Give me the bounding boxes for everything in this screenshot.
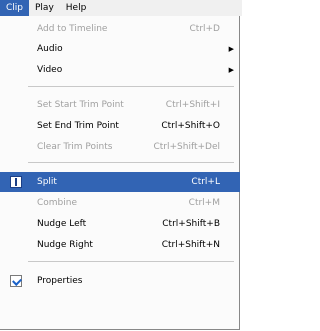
menu-item-label: Set End Trim Point — [37, 121, 119, 131]
menu-item-label: Video — [37, 65, 63, 75]
submenu-arrow-icon: ▶ — [228, 66, 234, 74]
menu-separator — [28, 162, 234, 163]
menu-item-shortcut: Ctrl+L — [191, 177, 220, 187]
menu-item-shortcut: Ctrl+Shift+N — [161, 240, 220, 250]
menu-item-nudge-right[interactable]: Nudge Right Ctrl+Shift+N — [0, 235, 240, 255]
menu-item-shortcut: Ctrl+M — [188, 198, 220, 208]
menu-item-add-to-timeline[interactable]: Add to Timeline Ctrl+D — [0, 19, 240, 39]
menu-item-clear-trim-points[interactable]: Clear Trim Points Ctrl+Shift+Del — [0, 137, 240, 157]
menu-play[interactable]: Play — [29, 0, 60, 16]
menu-item-label: Audio — [37, 44, 63, 54]
menu-item-video[interactable]: Video ▶ — [0, 60, 240, 80]
menu-item-label: Properties — [37, 276, 83, 286]
menu-item-set-start-trim-point[interactable]: Set Start Trim Point Ctrl+Shift+I — [0, 95, 240, 115]
menu-separator — [28, 86, 234, 87]
menu-bar: Clip Play Help — [0, 0, 242, 16]
menu-item-audio[interactable]: Audio ▶ — [0, 39, 240, 59]
split-icon — [10, 176, 22, 188]
menu-separator — [28, 261, 234, 262]
menu-item-nudge-left[interactable]: Nudge Left Ctrl+Shift+B — [0, 214, 240, 234]
menu-item-label: Clear Trim Points — [37, 142, 113, 152]
submenu-arrow-icon: ▶ — [228, 45, 234, 53]
menu-item-shortcut: Ctrl+Shift+Del — [153, 142, 220, 152]
menu-help[interactable]: Help — [60, 0, 93, 16]
menu-item-shortcut: Ctrl+Shift+O — [161, 121, 220, 131]
menu-item-label: Set Start Trim Point — [37, 100, 124, 110]
clip-dropdown-menu: Add to Timeline Ctrl+D Audio ▶ Video ▶ S… — [0, 16, 240, 330]
menu-item-shortcut: Ctrl+Shift+B — [162, 219, 220, 229]
menu-item-label: Nudge Left — [37, 219, 87, 229]
menu-item-shortcut: Ctrl+Shift+I — [165, 100, 220, 110]
menu-item-label: Combine — [37, 198, 78, 208]
menu-item-label: Add to Timeline — [37, 24, 108, 34]
menu-item-shortcut: Ctrl+D — [189, 24, 221, 34]
menu-clip[interactable]: Clip — [0, 0, 29, 16]
properties-icon — [10, 275, 22, 287]
menu-item-set-end-trim-point[interactable]: Set End Trim Point Ctrl+Shift+O — [0, 116, 240, 136]
menu-item-label: Nudge Right — [37, 240, 93, 250]
menu-item-split[interactable]: Split Ctrl+L — [0, 172, 240, 192]
menu-item-label: Split — [37, 177, 57, 187]
menu-item-combine[interactable]: Combine Ctrl+M — [0, 193, 240, 213]
menu-item-properties[interactable]: Properties — [0, 271, 240, 291]
